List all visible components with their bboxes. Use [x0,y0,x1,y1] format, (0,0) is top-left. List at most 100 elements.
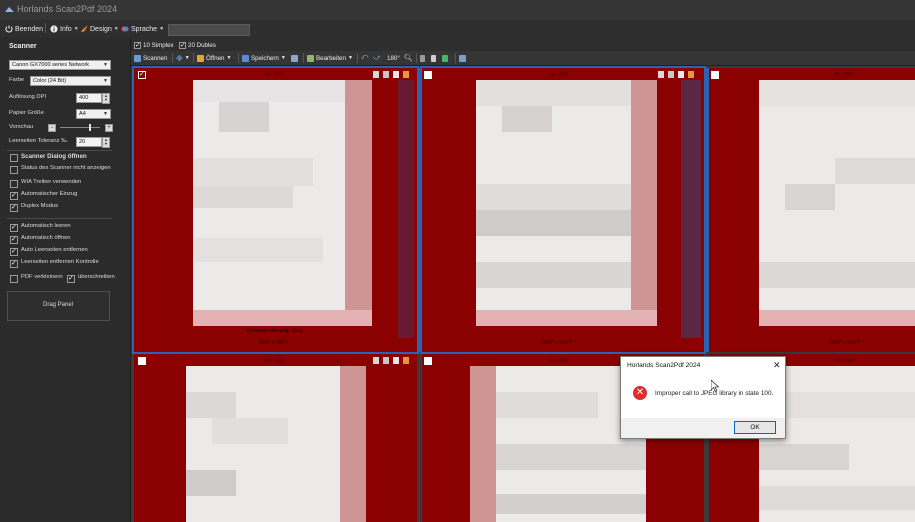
page-select-checkbox[interactable] [424,357,432,365]
page-edge-strip [470,366,496,522]
ok-button[interactable]: OK [734,421,776,434]
power-icon [5,25,13,33]
rotate-180-button[interactable]: 180° [387,53,400,63]
option-row[interactable]: Automatisch leeren [10,223,120,232]
move-icon: ✥ [176,53,183,63]
clipboard-icon [431,54,436,62]
option-checkbox[interactable] [10,203,18,212]
dpi-stepper[interactable]: ▲ ▼ [102,93,110,104]
speichern-button[interactable]: Speichern ▼ [242,53,286,63]
page-edit-icon[interactable] [373,357,379,364]
page-number: Nr. 001 [265,72,283,78]
toleranz-input[interactable]: 20 [76,137,102,147]
page-copy-icon[interactable] [393,357,399,364]
image-block [476,80,631,106]
option-label: WIA Treiber verwenden [21,179,82,185]
page-warning-icon[interactable] [403,71,409,78]
page-select-checkbox[interactable] [711,71,719,79]
page-thumbnail[interactable]: Nr. 001 Kennzeichnung: Doc 2907 x 4677 [132,66,419,354]
bearbeiten-button[interactable]: Bearbeiten ▼ [307,53,353,63]
zoom-button[interactable]: 🔍︎ [404,53,413,63]
move-dropdown[interactable]: ✥ ▼ [176,53,190,63]
option-checkbox[interactable] [10,247,18,256]
sort-button[interactable] [442,53,448,63]
option-checkbox[interactable] [10,223,18,232]
menu-beenden[interactable]: Beenden [5,23,43,35]
page-select-checkbox[interactable] [424,71,432,79]
menu-sprache[interactable]: Sprache ▼ [121,23,164,35]
toolbar-separator [303,53,304,63]
dpi-input[interactable]: 400 [76,93,102,103]
option-row[interactable]: Scanner Dialog öffnen [10,153,120,162]
simplex-toggle[interactable]: 10 Simplex [134,40,174,50]
menu-design[interactable]: Design ▼ [80,23,119,35]
page-thumbnail[interactable]: Nr. 003 [134,354,417,522]
menu-info[interactable]: Info ▼ [50,23,79,35]
page-caption: Kennzeichnung: Doc [247,328,303,334]
page-select-checkbox[interactable] [138,357,146,365]
option-checkbox[interactable] [10,166,18,174]
page-warning-icon[interactable] [688,71,694,78]
option-checkbox[interactable] [10,191,18,200]
option-row[interactable]: WIA Treiber verwenden [10,179,120,188]
page-copy-icon[interactable] [393,71,399,78]
scanner-device-select[interactable]: Canon GX7000 series Network ▼ [9,60,111,70]
language-icon [121,26,129,32]
option-checkbox[interactable] [10,235,18,244]
option-row[interactable]: Duplex Modus [10,203,120,212]
drag-panel[interactable]: Drag Panel [7,291,110,321]
option-row[interactable]: Automatischer Einzug [10,191,120,200]
page-delete-icon[interactable] [383,357,389,364]
scanner-heading: Scanner [9,43,37,50]
page-copy-icon[interactable] [678,71,684,78]
page-edge-strip [631,80,657,326]
page-thumbnail[interactable]: Nr. 002 2907 x 4677 [420,66,706,354]
rotate-right-icon: ⤻ [373,54,381,61]
scannen-button[interactable]: Scannen [134,53,167,63]
vorschau-slider-thumb[interactable] [89,124,91,131]
farbe-select[interactable]: Color (24 Bit) ▼ [30,76,111,86]
option-row[interactable]: Leerseiten entfernen Kontrolle [10,259,120,268]
page-delete-icon[interactable] [383,71,389,78]
page-select-checkbox[interactable] [138,70,146,79]
page-thumbnail[interactable]: Nr. 003 2907 x 4677 [709,68,915,352]
page-delete-icon[interactable] [668,71,674,78]
pdf-verkleinern-checkbox[interactable] [10,275,18,283]
clipboard-button[interactable] [431,53,436,63]
settings-button[interactable] [459,53,466,63]
delete-button[interactable] [420,53,425,63]
option-row[interactable]: Automatisch öffnen [10,235,120,244]
toleranz-stepper[interactable]: ▲ ▼ [102,137,110,148]
print-button[interactable] [291,53,298,63]
oeffnen-button[interactable]: Öffnen ▼ [197,53,231,63]
option-label: Status des Scanner nicht anzeigen [21,165,111,171]
farbe-label: Farbe [9,77,25,83]
dubles-toggle[interactable]: 20 Dubles [179,40,216,50]
vorschau-slider-track[interactable] [60,127,100,128]
papier-select[interactable]: A4 ▼ [76,109,111,119]
page-edit-icon[interactable] [658,71,664,78]
vorschau-minus-button[interactable]: − [48,124,56,132]
pdf-verkleinern-label: PDF verkleinern [21,274,63,280]
panel-divider [7,150,112,151]
option-checkbox[interactable] [10,154,18,162]
image-block [835,158,915,184]
search-input[interactable] [168,24,250,36]
toolbar-separator [416,53,417,63]
option-label: Auto Leerseiten entfernen [21,247,88,253]
image-block [502,106,552,132]
option-row[interactable]: Auto Leerseiten entfernen [10,247,120,256]
option-checkbox[interactable] [10,259,18,268]
rotate-right-button[interactable]: ⤻ [373,53,380,63]
title-bar: Horlands Scan2Pdf 2024 [0,0,915,20]
page-number: Nr. 004 [835,358,853,364]
page-edge-strip [345,80,372,326]
option-checkbox[interactable] [10,180,18,188]
rotate-left-button[interactable]: ⤺ [361,53,368,63]
close-icon[interactable]: ✕ [773,360,781,371]
ueberschreiben-checkbox[interactable] [67,274,75,283]
page-edit-icon[interactable] [373,71,379,78]
vorschau-plus-button[interactable]: + [105,124,113,132]
option-row[interactable]: Status des Scanner nicht anzeigen [10,165,120,174]
page-warning-icon[interactable] [403,357,409,364]
